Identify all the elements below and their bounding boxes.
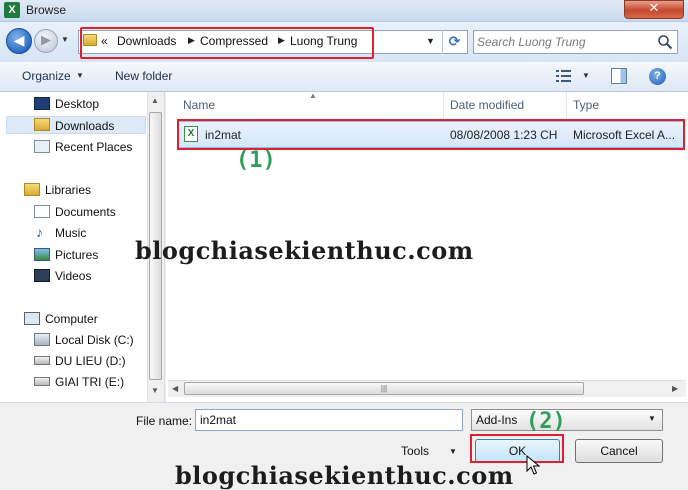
pictures-icon — [34, 248, 50, 261]
desktop-icon — [34, 97, 50, 110]
file-name-label: File name: — [136, 414, 193, 428]
drive-d-icon — [34, 356, 50, 365]
scroll-left-icon[interactable]: ◀ — [172, 384, 178, 393]
back-button[interactable]: ◀ — [6, 28, 32, 54]
file-name-input[interactable] — [195, 409, 463, 431]
cancel-button[interactable]: Cancel — [575, 439, 663, 463]
organize-chevron-down-icon[interactable]: ▼ — [76, 71, 84, 80]
computer-icon — [24, 312, 40, 325]
sidebar-item-du-lieu-d[interactable]: DU LIEU (D:) — [55, 354, 126, 368]
videos-icon — [34, 269, 50, 282]
sidebar-item-libraries[interactable]: Libraries — [45, 183, 91, 197]
tools-button[interactable]: Tools — [401, 444, 429, 458]
sidebar-item-pictures[interactable]: Pictures — [55, 248, 98, 262]
sidebar-item-computer[interactable]: Computer — [45, 312, 98, 326]
window-title: Browse — [26, 3, 67, 17]
file-type-filter-select[interactable]: Add-Ins — [471, 409, 663, 431]
sidebar-item-videos[interactable]: Videos — [55, 269, 91, 283]
sidebar-item-downloads[interactable]: Downloads — [55, 119, 114, 133]
drive-e-icon — [34, 377, 50, 386]
scroll-down-icon[interactable]: ▼ — [151, 386, 159, 395]
horizontal-scroll-thumb[interactable]: ||| — [184, 382, 584, 395]
forward-button[interactable]: ▶ — [34, 29, 58, 53]
recent-places-icon — [34, 140, 50, 153]
search-input[interactable] — [477, 33, 652, 51]
new-folder-button[interactable]: New folder — [115, 69, 172, 83]
address-dropdown-icon[interactable]: ▼ — [426, 36, 435, 46]
documents-icon — [34, 205, 50, 218]
ok-highlight-box — [470, 434, 564, 463]
column-header-date-modified[interactable]: Date modified — [444, 92, 567, 118]
close-button[interactable]: ✕ — [624, 0, 684, 19]
excel-app-icon: X — [4, 2, 20, 18]
title-bar — [0, 0, 688, 22]
column-header-name[interactable]: Name — [177, 92, 444, 118]
downloads-folder-icon — [34, 118, 50, 131]
scroll-up-icon[interactable]: ▲ — [151, 96, 159, 105]
tools-chevron-down-icon[interactable]: ▼ — [449, 447, 457, 456]
recent-pages-chevron-down-icon[interactable]: ▼ — [61, 33, 71, 47]
sidebar-item-recent-places[interactable]: Recent Places — [55, 140, 132, 154]
file-highlight-box — [177, 119, 685, 150]
sidebar-item-documents[interactable]: Documents — [55, 205, 116, 219]
breadcrumb-highlight-box — [80, 27, 374, 59]
sidebar-item-desktop[interactable]: Desktop — [55, 97, 99, 111]
sidebar-item-music[interactable]: Music — [55, 226, 86, 240]
view-chevron-down-icon[interactable]: ▼ — [582, 71, 590, 80]
preview-pane-icon[interactable] — [611, 68, 627, 84]
music-icon: ♪ — [36, 224, 43, 240]
column-header-type[interactable]: Type — [567, 92, 684, 118]
step-2-annotation: (2) — [526, 409, 566, 434]
organize-button[interactable]: Organize — [22, 69, 71, 83]
help-icon[interactable]: ? — [649, 68, 666, 85]
sidebar-item-giai-tri-e[interactable]: GIAI TRI (E:) — [55, 375, 124, 389]
step-1-annotation: (1) — [236, 148, 276, 173]
filter-chevron-down-icon[interactable]: ▼ — [648, 414, 656, 423]
search-icon[interactable] — [657, 34, 673, 50]
scroll-right-icon[interactable]: ▶ — [672, 384, 678, 393]
change-view-icon[interactable] — [556, 70, 572, 82]
libraries-icon — [24, 183, 40, 196]
watermark-text: blogchiasekienthuc.com — [135, 236, 474, 265]
sidebar-item-local-disk-c[interactable]: Local Disk (C:) — [55, 333, 134, 347]
local-disk-icon — [34, 333, 50, 346]
refresh-icon[interactable]: ⟳ — [442, 30, 466, 54]
mouse-cursor-icon — [526, 455, 540, 475]
